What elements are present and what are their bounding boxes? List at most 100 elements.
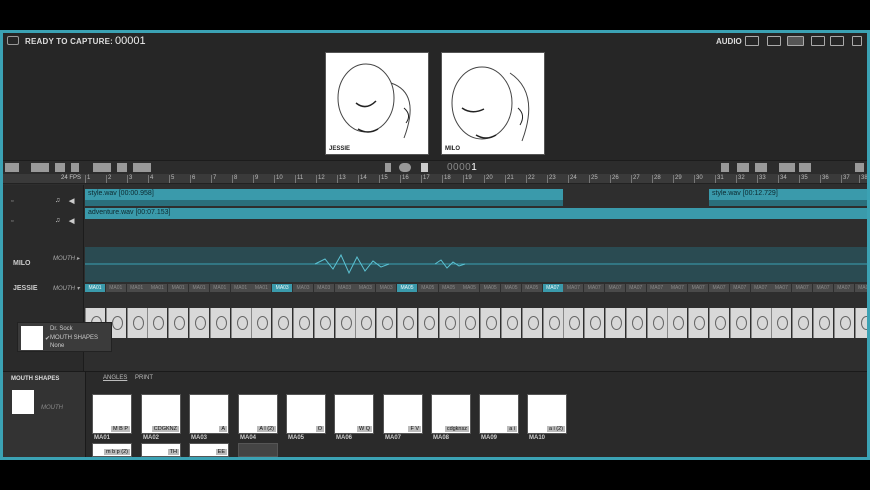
mouth-cell[interactable]: MA05 — [397, 284, 417, 292]
face-frame[interactable] — [813, 308, 833, 338]
frame-options-icon[interactable] — [133, 163, 151, 172]
face-frame[interactable] — [709, 308, 729, 338]
mouth-cell[interactable]: MA07 — [542, 284, 563, 292]
face-frame[interactable] — [625, 308, 646, 338]
chat-icon[interactable] — [55, 163, 65, 172]
mouth-cell[interactable]: MA03 — [355, 284, 376, 292]
popup-mouth-shapes[interactable]: MOUTH SHAPES — [50, 335, 98, 341]
face-frame[interactable] — [376, 308, 397, 338]
export-icon[interactable] — [830, 36, 844, 46]
step-forward-icon[interactable] — [737, 163, 749, 172]
mouth-shape-tile[interactable]: W Q — [334, 394, 374, 434]
tab-print[interactable]: PRINT — [135, 375, 153, 381]
loop-icon[interactable] — [399, 163, 411, 172]
mouth-cell[interactable]: MA01 — [168, 284, 189, 292]
add-shape-tile[interactable] — [238, 443, 278, 457]
face-frame[interactable] — [584, 308, 605, 338]
face-frame[interactable] — [563, 308, 584, 338]
popup-character[interactable]: Dr. Sock — [50, 326, 73, 332]
mouth-cell[interactable]: MA07 — [854, 284, 867, 292]
audio-clip-adventure[interactable]: adventure.wav [00:07.153] — [85, 208, 867, 219]
face-frame[interactable] — [251, 308, 272, 338]
face-frame[interactable] — [605, 308, 625, 338]
mouth-shape-tile[interactable]: O — [286, 394, 326, 434]
headphones-icon[interactable]: ♫ — [55, 217, 60, 224]
mouth-cell[interactable]: MA07 — [813, 284, 833, 292]
timeline-view-icon[interactable] — [787, 36, 804, 46]
mouth-shape-tile[interactable]: A — [189, 394, 229, 434]
mouth-cell[interactable]: MA07 — [709, 284, 729, 292]
mouth-cell[interactable]: MA05 — [417, 284, 438, 292]
face-frame[interactable] — [792, 308, 813, 338]
step-end-icon[interactable] — [755, 163, 767, 172]
timeline-ruler[interactable]: 24 FPS 1 2 3 4 5 6 7 8 9 10 11 12 13 14 … — [3, 174, 867, 184]
face-frame[interactable] — [147, 308, 168, 338]
face-frame[interactable] — [501, 308, 521, 338]
mouth-shape-tile[interactable]: M B P — [92, 394, 132, 434]
mouth-cell[interactable]: MA07 — [646, 284, 667, 292]
go-start-icon[interactable] — [385, 163, 391, 172]
face-frame[interactable] — [667, 308, 688, 338]
mouth-cell[interactable]: MA07 — [667, 284, 688, 292]
menu-icon[interactable] — [5, 163, 19, 172]
track-name-jessie[interactable]: JESSIE — [13, 285, 38, 292]
lock-icon[interactable]: ▫ — [11, 198, 13, 205]
mouth-cell[interactable]: MA07 — [605, 284, 625, 292]
tab-angles[interactable]: ANGLES — [103, 375, 127, 381]
mouth-cell[interactable]: MA03 — [293, 284, 313, 292]
mouth-shape-tile[interactable]: cdgknsz — [431, 394, 471, 434]
mouth-cell[interactable]: MA05 — [501, 284, 521, 292]
face-frame[interactable] — [293, 308, 313, 338]
mouth-cell[interactable]: MA07 — [729, 284, 750, 292]
back-arrow-icon[interactable] — [31, 163, 49, 172]
mouth-cell[interactable]: MA07 — [584, 284, 605, 292]
jessie-frame-track[interactable] — [85, 308, 867, 338]
headphones-icon[interactable]: ♫ — [55, 197, 60, 204]
speaker-icon[interactable]: ◀ — [69, 217, 74, 225]
preview-milo[interactable]: MILO — [441, 52, 545, 155]
mouth-shape-tile[interactable]: EE — [189, 443, 229, 457]
character-popup[interactable]: Dr. Sock ✔ MOUTH SHAPES None — [17, 322, 112, 352]
close-icon[interactable] — [799, 163, 811, 172]
face-frame[interactable] — [168, 308, 189, 338]
face-frame[interactable] — [126, 308, 147, 338]
track-mouth-milo[interactable]: MOUTH ▸ — [53, 255, 80, 262]
face-frame[interactable] — [480, 308, 501, 338]
track-mouth-jessie[interactable]: MOUTH ▾ — [53, 285, 80, 292]
camera-icon[interactable] — [767, 36, 781, 46]
mouth-cell[interactable]: MA03 — [376, 284, 397, 292]
mouth-cell[interactable]: MA05 — [521, 284, 542, 292]
face-frame[interactable] — [209, 308, 230, 338]
monitor-icon[interactable] — [745, 36, 759, 46]
mouth-cell[interactable]: MA07 — [833, 284, 854, 292]
speaker-icon[interactable]: ◀ — [69, 197, 74, 205]
mouth-shape-tile[interactable]: F V — [383, 394, 423, 434]
mouth-shape-tile[interactable]: TH — [141, 443, 181, 457]
mouth-shape-tile[interactable]: A I (2) — [238, 394, 278, 434]
mouth-cell[interactable]: MA05 — [480, 284, 501, 292]
mouth-cell[interactable]: MA07 — [625, 284, 646, 292]
mouth-cell[interactable]: MA07 — [563, 284, 584, 292]
audio-clip-style-2[interactable]: style.wav [00:12.729] — [709, 189, 867, 200]
mouth-cell[interactable]: MA03 — [313, 284, 334, 292]
face-frame[interactable] — [688, 308, 709, 338]
volume-icon[interactable] — [855, 163, 864, 172]
face-frame[interactable] — [729, 308, 750, 338]
mouth-set-thumbnail[interactable] — [12, 390, 34, 414]
face-frame[interactable] — [417, 308, 438, 338]
face-frame[interactable] — [334, 308, 355, 338]
face-frame[interactable] — [355, 308, 376, 338]
face-frame[interactable] — [750, 308, 771, 338]
mouth-cell[interactable]: MA03 — [272, 284, 293, 292]
face-frame[interactable] — [833, 308, 854, 338]
onion-skin-icon[interactable] — [721, 163, 729, 172]
view-mode-icon[interactable] — [779, 163, 795, 172]
grid-icon[interactable] — [117, 163, 127, 172]
trash-icon[interactable] — [71, 163, 79, 172]
mouth-cell[interactable]: MA05 — [438, 284, 459, 292]
audio-clip-style-1[interactable]: style.wav [00:00.958] — [85, 189, 563, 200]
face-frame[interactable] — [521, 308, 542, 338]
mouth-cell[interactable]: MA01 — [189, 284, 209, 292]
audio-toggle[interactable]: AUDIO — [716, 37, 742, 46]
face-frame[interactable] — [230, 308, 251, 338]
